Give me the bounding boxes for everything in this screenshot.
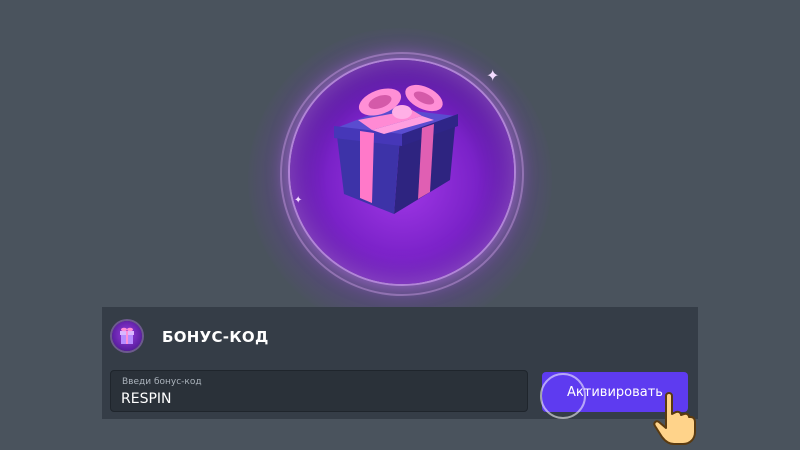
gift-icon xyxy=(120,327,134,344)
gift-box-icon xyxy=(334,84,458,214)
bonus-code-label: Введи бонус-код xyxy=(122,377,202,387)
bonus-code-field[interactable]: Введи бонус-код xyxy=(110,370,528,412)
bonus-code-header: БОНУС-КОД xyxy=(102,307,698,365)
gift-badge-icon xyxy=(112,321,142,351)
bonus-code-input[interactable] xyxy=(121,389,501,409)
sparkle-icon: ✦ xyxy=(486,66,500,85)
bonus-code-title: БОНУС-КОД xyxy=(162,328,269,346)
pointing-hand-icon xyxy=(653,392,696,445)
bonus-code-panel: БОНУС-КОД Введи бонус-код Активировать xyxy=(102,307,698,419)
click-ripple-indicator xyxy=(540,373,586,419)
sparkle-icon: ✦ xyxy=(294,195,303,206)
